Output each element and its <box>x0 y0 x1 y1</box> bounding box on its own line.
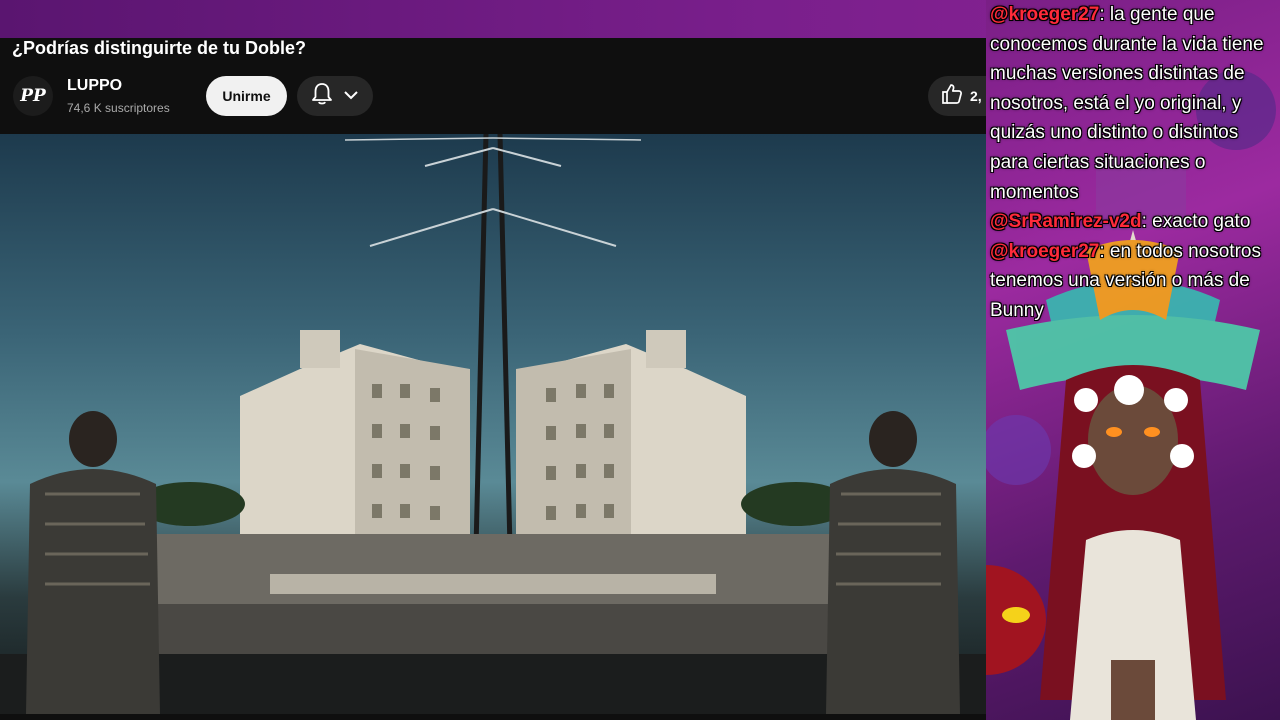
chat-message: @kroeger27: la gente que conocemos duran… <box>990 0 1280 207</box>
chat-username: @kroeger27 <box>990 240 1100 262</box>
chat-overlay: @kroeger27: la gente que conocemos duran… <box>990 0 1280 326</box>
chat-username: @kroeger27 <box>990 4 1100 25</box>
chat-message: @SrRamirez-v2d: exacto gato <box>990 207 1280 237</box>
chevron-down-icon <box>343 87 359 105</box>
join-button[interactable]: Unirme <box>206 76 287 116</box>
video-title: ¿Podrías distinguirte de tu Doble? <box>12 38 307 58</box>
video-frame-image <box>0 134 986 714</box>
notification-button[interactable] <box>297 76 373 116</box>
video-title-bar: ¿Podrías distinguirte de tu Doble? <box>0 38 986 78</box>
video-bottom-strip <box>0 714 986 720</box>
channel-avatar-text: PP <box>20 86 46 106</box>
channel-avatar[interactable]: PP <box>13 76 53 116</box>
subscriber-count: 74,6 K suscriptores <box>67 101 170 115</box>
video-player[interactable] <box>0 134 986 714</box>
thumbs-up-icon <box>940 82 964 111</box>
chat-username: @SrRamirez-v2d <box>990 211 1142 233</box>
chat-message: @kroeger27: en todos nosotros tenemos un… <box>990 237 1280 326</box>
bell-icon <box>311 82 333 111</box>
channel-name[interactable]: LUPPO <box>67 77 122 95</box>
chat-text: : exacto gato <box>1141 211 1251 233</box>
like-count: 2, <box>970 88 982 104</box>
chat-text: : la gente que conocemos durante la vida… <box>990 4 1264 203</box>
